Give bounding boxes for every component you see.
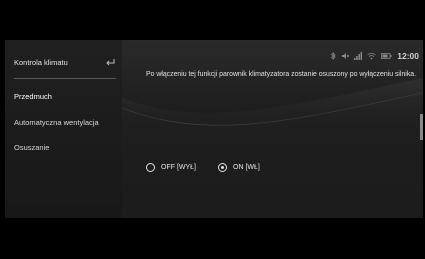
sidebar-item-label: Automatyczna wentylacja bbox=[14, 118, 99, 127]
battery-icon bbox=[381, 53, 392, 59]
sidebar: Kontrola klimatu Przedmuch Automatyczna … bbox=[5, 40, 122, 218]
option-on-label: ON [WŁ] bbox=[233, 163, 260, 171]
background-wave bbox=[122, 78, 423, 148]
sidebar-item-automatyczna-wentylacja[interactable]: Automatyczna wentylacja bbox=[5, 113, 122, 135]
main-panel: 12:00 Po włączeniu tej funkcji parownik … bbox=[122, 40, 423, 218]
option-off-label: OFF [WYŁ] bbox=[161, 163, 196, 171]
option-on[interactable]: ON [WŁ] bbox=[218, 160, 260, 174]
radio-off[interactable] bbox=[146, 162, 155, 172]
display-screen: Kontrola klimatu Przedmuch Automatyczna … bbox=[5, 40, 423, 218]
status-bar: 12:00 bbox=[330, 50, 419, 62]
sidebar-title: Kontrola klimatu bbox=[14, 58, 68, 67]
mute-icon bbox=[342, 53, 350, 59]
sidebar-item-label: Przedmuch bbox=[14, 92, 52, 101]
scrollbar[interactable] bbox=[420, 114, 423, 140]
signal-icon bbox=[354, 52, 363, 60]
sidebar-item-label: Osuszanie bbox=[14, 143, 50, 152]
description-text: Po włączeniu tej funkcji parownik klimat… bbox=[146, 71, 417, 78]
radio-on[interactable] bbox=[218, 162, 227, 172]
option-off[interactable]: OFF [WYŁ] bbox=[146, 160, 196, 174]
clock: 12:00 bbox=[397, 51, 419, 61]
wifi-icon bbox=[367, 52, 377, 60]
sidebar-item-przedmuch[interactable]: Przedmuch bbox=[5, 87, 122, 109]
sidebar-item-osuszanie[interactable]: Osuszanie bbox=[5, 138, 122, 160]
back-icon[interactable] bbox=[105, 57, 115, 67]
bluetooth-icon bbox=[331, 52, 336, 60]
sidebar-divider bbox=[14, 78, 116, 79]
sidebar-header: Kontrola klimatu bbox=[5, 52, 122, 78]
